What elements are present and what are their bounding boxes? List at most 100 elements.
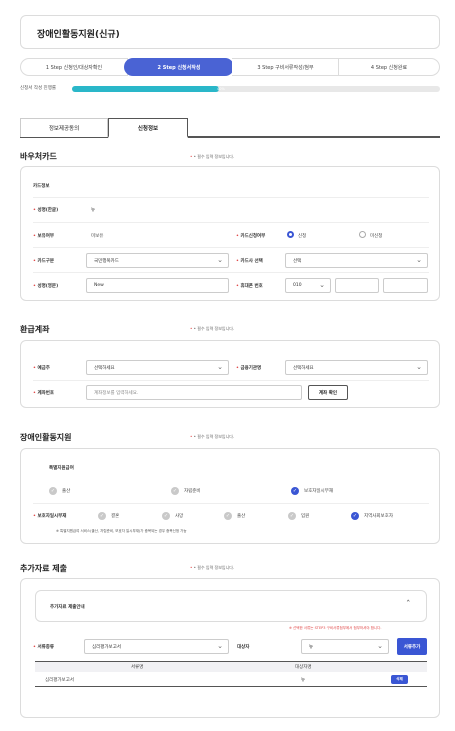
bank-select[interactable]: 선택하세요 [285,360,428,375]
account-confirm-button[interactable]: 계좌 확인 [308,385,348,400]
guide-title: 추가자료 제출안내 [50,605,85,610]
support-footnote: ※ 특별지원급여 서비스(출산, 자립준비, 보호자 일시부재)가 중복되는 경… [56,529,187,533]
required-note: • • 필수 입력 정보입니다. [190,565,235,570]
absence-item-label: 지역사회보호자 [364,514,393,519]
step-2: 2 Step 신청서작성 [124,58,234,76]
attach-warning: ※ 선택한 서류는 STEP3 구비서류첨부에서 첨부하셔야 합니다. [289,626,382,630]
absence-item-label: 출산 [237,514,246,519]
phone-mid-input[interactable] [335,278,379,293]
voucher-section-title: 바우처카드 [20,152,57,161]
account-placeholder: 계좌정보를 입력하세요. [94,390,139,396]
doc-type-label: • 서류종류 [33,645,55,650]
hold-value: 미보유 [91,234,104,239]
check-icon: ✓ [291,487,299,495]
row-target-name: 뉴 [301,678,306,683]
extra-section-title: 추가자료 제출 [20,564,67,573]
target-select[interactable]: 뉴 [301,639,389,654]
step-1: 1 Step 신청인/대상자확인 [20,58,128,76]
step-3: 3 Step 구비서류작성/첨부 [232,58,340,76]
account-input[interactable]: 계좌정보를 입력하세요. [86,385,302,400]
chevron-up-icon: ˆ [406,600,411,610]
holder-label: • 예금주 [33,366,50,371]
row-doc-name: 심리평가보고서 [45,678,74,683]
name-en-label: • 성명(영문) [33,284,59,289]
special-item-label: 자립준비 [184,489,201,494]
progress-text: 40% [217,87,225,91]
card-company-select[interactable]: 선택 [285,253,428,268]
required-note: • • 필수 입력 정보입니다. [190,154,235,159]
radio-not-apply[interactable] [359,231,366,238]
required-note: • • 필수 입력 정보입니다. [190,434,235,439]
check-icon: ✓ [351,512,359,520]
card-type-value: 국민행복카드 [94,258,119,264]
tab-application-info[interactable]: 신청정보 [108,118,188,138]
card-type-label: • 카드구분 [33,259,55,264]
table-header-name: 대상자명 [295,665,312,670]
radio-apply[interactable] [287,231,294,238]
support-section-title: 장애인활동지원 [20,433,72,442]
special-item-label: 보호자일시부재 [304,489,333,494]
doc-type-select[interactable]: 심리평가보고서 [84,639,229,654]
add-document-button[interactable]: 서류추가 [397,638,427,655]
extra-panel: 추가자료 제출안내 ˆ ※ 선택한 서류는 STEP3 구비서류첨부에서 첨부하… [20,578,440,718]
card-info-title: 카드정보 [33,184,50,189]
table-header-doc: 서류명 [131,665,144,670]
tab-consent[interactable]: 정보제공동의 [20,118,108,137]
table-row: 심리평가보고서 뉴 삭제 [35,672,427,687]
divider [33,503,429,504]
hold-label: • 보유여부 [33,234,55,239]
name-en-input[interactable]: New [86,278,229,293]
absence-label: • 보호자일시부재 [33,514,67,519]
divider [33,247,429,248]
check-icon: ✓ [162,512,170,520]
refund-panel: • 예금주 선택하세요 • 금융기관명 선택하세요 • 계좌번호 계좌정보를 입… [20,340,440,408]
special-support-title: 특별지원급여 [49,466,74,471]
guide-accordion[interactable]: 추가자료 제출안내 ˆ [35,590,427,622]
page-title: 장애인활동지원(신규) [37,30,120,40]
name-en-value: New [94,283,104,288]
holder-select[interactable]: 선택하세요 [86,360,229,375]
radio-not-apply-label: 미신청 [370,234,383,239]
card-type-select[interactable]: 국민행복카드 [86,253,229,268]
voucher-card-panel: 카드정보 • 성명(한글) 뉴 • 보유여부 미보유 • 카드신청여부 신청 미… [20,166,440,301]
progress-label: 신청서 작성 진행률 [20,86,56,91]
table-header: 서류명 대상자명 [35,661,427,672]
absence-item-label: 결혼 [111,514,120,519]
required-note: • • 필수 입력 정보입니다. [190,326,235,331]
phone-last-input[interactable] [383,278,428,293]
check-icon: ✓ [171,487,179,495]
doc-type-value: 심리평가보고서 [92,644,121,650]
check-icon: ✓ [288,512,296,520]
radio-apply-label: 신청 [298,234,307,239]
account-label: • 계좌번호 [33,391,55,396]
divider [33,272,429,273]
name-kr-value: 뉴 [91,208,96,213]
absence-item-label: 사망 [175,514,184,519]
support-panel: 특별지원급여 ✓ 출산 ✓ 자립준비 ✓ 보호자일시부재 • 보호자일시부재 ✓ 결혼 … [20,448,440,544]
step-4: 4 Step 신청완료 [338,58,440,76]
holder-value: 선택하세요 [94,365,115,371]
divider [33,197,429,198]
bank-value: 선택하세요 [293,365,314,371]
divider [33,380,429,381]
special-item-label: 출산 [62,489,71,494]
phone-label: • 휴대폰 번호 [236,284,263,289]
target-value: 뉴 [309,644,314,650]
progress-bar: 40% [72,86,440,92]
step-progress: 1 Step 신청인/대상자확인 2 Step 신청서작성 3 Step 구비서… [20,58,440,76]
divider [33,222,429,223]
check-icon: ✓ [98,512,106,520]
name-kr-label: • 성명(한글) [33,208,59,213]
phone-prefix-select[interactable]: 010 [285,278,331,293]
card-company-value: 선택 [293,258,302,264]
delete-row-button[interactable]: 삭제 [391,675,408,684]
absence-item-label: 입원 [301,514,310,519]
target-label: 대상자 [237,645,250,650]
card-company-label: • 카드사 선택 [236,259,263,264]
check-icon: ✓ [224,512,232,520]
phone-prefix-value: 010 [293,283,302,288]
progress-fill [72,86,220,92]
bank-label: • 금융기관명 [236,366,262,371]
card-apply-label: • 카드신청여부 [236,234,266,239]
refund-section-title: 환급계좌 [20,325,50,334]
